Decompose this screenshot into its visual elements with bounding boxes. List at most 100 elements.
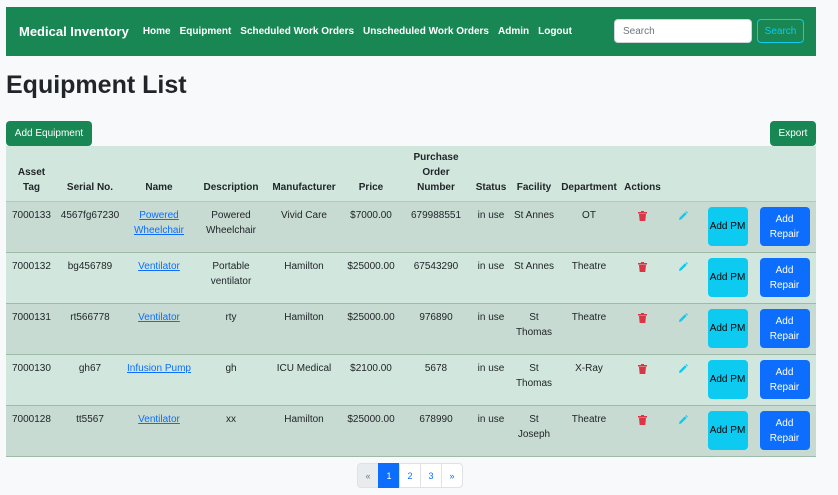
- add-repair-button[interactable]: Add Repair: [759, 309, 810, 348]
- add-repair-button[interactable]: Add Repair: [759, 411, 810, 450]
- add-repair-button[interactable]: Add Repair: [759, 360, 810, 399]
- trash-icon[interactable]: [638, 313, 647, 328]
- cell-facility: St Thomas: [511, 303, 557, 355]
- table-row: 7000132 bg456789 Ventilator Portable ventil…: [6, 252, 816, 304]
- equipment-name-link[interactable]: Infusion Pump: [127, 363, 191, 374]
- nav-admin[interactable]: Admin: [498, 26, 529, 37]
- cell-serial-no: rt566778: [57, 303, 123, 355]
- cell-department: X-Ray: [557, 354, 621, 406]
- cell-purchase-order: 678990: [401, 405, 471, 457]
- cell-price: $25000.00: [341, 303, 401, 355]
- pencil-icon[interactable]: [678, 415, 688, 430]
- pencil-icon[interactable]: [678, 313, 688, 328]
- add-equipment-button[interactable]: Add Equipment: [6, 121, 92, 146]
- cell-facility: St Joseph: [511, 405, 557, 457]
- pencil-icon[interactable]: [678, 262, 688, 277]
- trash-icon[interactable]: [638, 262, 647, 277]
- table-row: 7000131 rt566778 Ventilator rty Hamilton $250…: [6, 303, 816, 355]
- table-row: 7000128 tt5567 Ventilator xx Hamilton $25000.…: [6, 405, 816, 457]
- trash-icon[interactable]: [638, 415, 647, 430]
- header-status: Status: [471, 146, 511, 202]
- cell-manufacturer: Hamilton: [267, 252, 341, 304]
- cell-description: gh: [195, 354, 267, 406]
- equipment-table: Asset Tag Serial No. Name Description Ma…: [6, 146, 816, 457]
- header-blank: [702, 146, 753, 202]
- cell-department: Theatre: [557, 252, 621, 304]
- cell-status: in use: [471, 354, 511, 406]
- add-repair-button[interactable]: Add Repair: [759, 207, 810, 246]
- add-pm-button[interactable]: Add PM: [707, 360, 748, 399]
- cell-purchase-order: 67543290: [401, 252, 471, 304]
- cell-asset-tag: 7000130: [6, 354, 57, 406]
- add-pm-button[interactable]: Add PM: [707, 207, 748, 246]
- nav-home[interactable]: Home: [143, 26, 171, 37]
- cell-purchase-order: 5678: [401, 354, 471, 406]
- header-purchase-order-number: Purchase Order Number: [401, 146, 471, 202]
- pagination: « 1 2 3 »: [357, 463, 463, 488]
- header-blank: [664, 146, 702, 202]
- table-row: 7000133 4567fg67230 Powered Wheelchair Powe…: [6, 201, 816, 253]
- cell-serial-no: tt5567: [57, 405, 123, 457]
- header-serial-no: Serial No.: [57, 146, 123, 202]
- brand-link[interactable]: Medical Inventory: [19, 24, 129, 39]
- pagination-page-3[interactable]: 3: [420, 463, 442, 488]
- cell-serial-no: bg456789: [57, 252, 123, 304]
- add-pm-button[interactable]: Add PM: [707, 411, 748, 450]
- equipment-name-link[interactable]: Powered Wheelchair: [134, 210, 184, 236]
- cell-purchase-order: 679988551: [401, 201, 471, 253]
- cell-facility: St Annes: [511, 201, 557, 253]
- trash-icon[interactable]: [638, 211, 647, 226]
- cell-description: rty: [195, 303, 267, 355]
- cell-facility: St Thomas: [511, 354, 557, 406]
- cell-serial-no: gh67: [57, 354, 123, 406]
- cell-serial-no: 4567fg67230: [57, 201, 123, 253]
- header-price: Price: [341, 146, 401, 202]
- cell-manufacturer: ICU Medical: [267, 354, 341, 406]
- cell-price: $25000.00: [341, 405, 401, 457]
- header-blank: [753, 146, 816, 202]
- cell-department: OT: [557, 201, 621, 253]
- equipment-name-link[interactable]: Ventilator: [138, 414, 180, 425]
- pencil-icon[interactable]: [678, 211, 688, 226]
- navbar: Medical Inventory Home Equipment Schedul…: [6, 7, 816, 56]
- nav-equipment[interactable]: Equipment: [180, 26, 232, 37]
- add-pm-button[interactable]: Add PM: [707, 309, 748, 348]
- cell-asset-tag: 7000132: [6, 252, 57, 304]
- add-pm-button[interactable]: Add PM: [707, 258, 748, 297]
- pagination-next[interactable]: »: [441, 463, 463, 488]
- cell-price: $7000.00: [341, 201, 401, 253]
- pagination-prev[interactable]: «: [357, 463, 379, 488]
- table-row: 7000130 gh67 Infusion Pump gh ICU Medical $21…: [6, 354, 816, 406]
- cell-status: in use: [471, 303, 511, 355]
- add-repair-button[interactable]: Add Repair: [759, 258, 810, 297]
- cell-department: Theatre: [557, 303, 621, 355]
- cell-description: xx: [195, 405, 267, 457]
- cell-department: Theatre: [557, 405, 621, 457]
- cell-manufacturer: Vivid Care: [267, 201, 341, 253]
- nav-logout[interactable]: Logout: [538, 26, 572, 37]
- cell-manufacturer: Hamilton: [267, 303, 341, 355]
- pagination-page-2[interactable]: 2: [399, 463, 421, 488]
- trash-icon[interactable]: [638, 364, 647, 379]
- equipment-name-link[interactable]: Ventilator: [138, 261, 180, 272]
- header-manufacturer: Manufacturer: [267, 146, 341, 202]
- nav-scheduled-work-orders[interactable]: Scheduled Work Orders: [240, 26, 354, 37]
- pagination-page-1[interactable]: 1: [378, 463, 400, 488]
- table-header-row: Asset Tag Serial No. Name Description Ma…: [6, 146, 816, 202]
- header-asset-tag: Asset Tag: [6, 146, 57, 202]
- cell-description: Powered Wheelchair: [195, 201, 267, 253]
- cell-manufacturer: Hamilton: [267, 405, 341, 457]
- header-description: Description: [195, 146, 267, 202]
- equipment-name-link[interactable]: Ventilator: [138, 312, 180, 323]
- header-actions: Actions: [621, 146, 664, 202]
- cell-description: Portable ventilator: [195, 252, 267, 304]
- header-facility: Facility: [511, 146, 557, 202]
- search-input[interactable]: [614, 19, 752, 43]
- export-button[interactable]: Export: [770, 121, 816, 146]
- pencil-icon[interactable]: [678, 364, 688, 379]
- nav-unscheduled-work-orders[interactable]: Unscheduled Work Orders: [363, 26, 489, 37]
- search-button[interactable]: Search: [757, 19, 804, 43]
- cell-status: in use: [471, 252, 511, 304]
- cell-asset-tag: 7000133: [6, 201, 57, 253]
- cell-purchase-order: 976890: [401, 303, 471, 355]
